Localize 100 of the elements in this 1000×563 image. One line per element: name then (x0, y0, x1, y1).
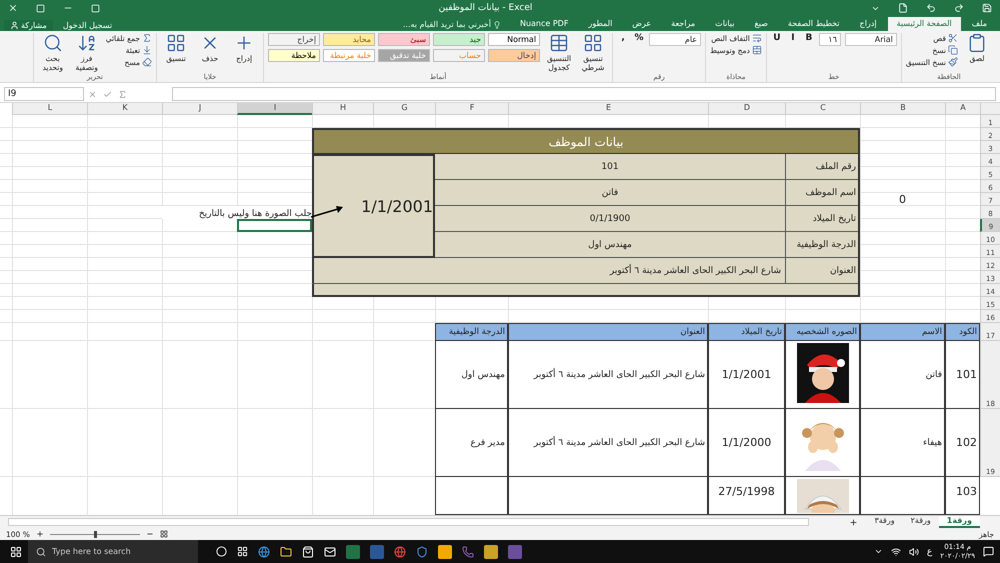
horizontal-scrollbar[interactable] (8, 518, 810, 526)
ribbon-tab[interactable]: إدراج (850, 17, 886, 31)
function-icon[interactable] (118, 90, 127, 98)
copy-icon (948, 45, 958, 55)
network-icon[interactable] (890, 546, 901, 556)
column-header[interactable]: K (87, 103, 162, 115)
redo-icon[interactable] (954, 3, 964, 13)
table-icon (549, 33, 570, 53)
sigma-icon (142, 33, 152, 43)
column-header[interactable]: L (12, 103, 87, 115)
ribbon-tab[interactable]: الصفحة الرئيسية (888, 17, 961, 31)
dropdown-field[interactable]: عام (649, 33, 702, 46)
cell-style[interactable]: سيئ (378, 33, 430, 46)
column-header[interactable]: F (435, 103, 508, 115)
phone-icon[interactable] (462, 546, 474, 558)
table-cell: فاتن (860, 341, 945, 409)
name-box[interactable]: I9 (4, 87, 84, 101)
column-header[interactable]: B (860, 103, 945, 115)
dropdown-field[interactable]: ١٦ (818, 33, 841, 46)
cell-style[interactable]: ملاحظة (268, 49, 320, 62)
store-icon[interactable] (302, 546, 314, 558)
sheet-tab[interactable]: ورقة1 (938, 516, 980, 528)
form-value: 101 (435, 154, 785, 180)
app-icon[interactable] (484, 544, 498, 558)
form-label: الدرجة الوظيفية (785, 232, 858, 258)
cancel-icon[interactable] (88, 90, 97, 98)
browser-icon[interactable] (258, 546, 270, 558)
undo-icon[interactable] (926, 3, 936, 13)
photo-box: 1/1/2001 (312, 154, 435, 258)
merge-icon (752, 45, 762, 55)
dropdown-field[interactable]: Arial (844, 33, 897, 46)
save-icon[interactable] (982, 3, 992, 13)
format-button[interactable]: U (770, 33, 783, 43)
restore-icon[interactable] (36, 4, 45, 12)
table-header: تاريخ الميلاد (708, 323, 785, 341)
document-app-icon[interactable] (370, 544, 384, 558)
column-header[interactable]: G (373, 103, 435, 115)
mail-icon[interactable] (324, 546, 336, 558)
form-label: تاريخ الميلاد (785, 206, 858, 232)
search-icon (42, 33, 63, 53)
zoom-in-icon[interactable] (36, 530, 44, 538)
column-header[interactable]: D (708, 103, 785, 115)
column-header[interactable]: I (237, 103, 312, 115)
ribbon-tab[interactable]: مراجعة (662, 17, 704, 31)
language-indicator[interactable]: ع (926, 546, 932, 556)
search-field[interactable]: Type here to search (28, 540, 198, 563)
cell-style[interactable]: محايد (323, 33, 376, 46)
notifications-icon[interactable] (983, 546, 994, 557)
share-button[interactable]: مشاركة (4, 20, 53, 31)
cell-style[interactable]: إدخال (488, 49, 540, 62)
spreadsheet-app-icon[interactable] (346, 544, 360, 558)
app-icon[interactable] (438, 544, 452, 558)
browser-icon[interactable] (394, 546, 406, 558)
ribbon-tab[interactable]: بيانات (706, 17, 744, 31)
form-label: اسم الموظف (785, 180, 858, 206)
ribbon-tab[interactable]: تخطيط الصفحة (778, 17, 849, 31)
column-header[interactable]: C (785, 103, 860, 115)
tell-me-field[interactable]: أخبرني بما تريد القيام به... (394, 18, 509, 31)
selected-cell[interactable] (237, 219, 312, 232)
ribbon-tab[interactable]: المطور (579, 17, 622, 31)
sign-in-link[interactable]: تسجيل الدخول (62, 21, 112, 30)
column-header[interactable]: E (508, 103, 708, 115)
table-header: العنوان (508, 323, 708, 341)
arrow-down-icon (142, 45, 152, 55)
ribbon-tab[interactable]: Nuance PDF (510, 17, 578, 31)
start-icon[interactable] (10, 546, 22, 558)
new-file-icon[interactable] (898, 3, 908, 13)
formula-field[interactable] (172, 87, 996, 101)
shield-icon[interactable] (416, 546, 428, 558)
format-button[interactable]: I (786, 33, 799, 43)
paste-icon (967, 33, 987, 53)
sort-icon (76, 33, 97, 53)
add-sheet-icon[interactable] (849, 518, 858, 526)
sheet-tab[interactable]: ورقة٢ (902, 516, 939, 528)
close-icon[interactable] (8, 3, 18, 13)
search-icon (36, 546, 46, 556)
cell-style[interactable]: Normal (488, 33, 540, 46)
arrow (310, 205, 344, 219)
task-view-icon[interactable] (237, 546, 248, 557)
format-button[interactable]: % (633, 33, 646, 43)
ribbon-tab[interactable]: ملف (962, 17, 996, 31)
sheet-tab[interactable]: ورقة٣ (866, 516, 903, 528)
cell-style[interactable]: جيد (433, 33, 486, 46)
zoom-slider-thumb[interactable] (94, 530, 97, 538)
cell-style[interactable]: إخراج (268, 33, 320, 46)
volume-icon[interactable] (908, 546, 919, 556)
note-text: جلب الصورة هنا وليس بالتاريخ (162, 206, 312, 219)
folder-icon[interactable] (280, 546, 292, 558)
ribbon-tab[interactable]: صيغ (745, 17, 777, 31)
column-header[interactable]: H (312, 103, 373, 115)
grid-icon (583, 33, 604, 53)
column-header[interactable]: J (162, 103, 237, 115)
format-button[interactable]: , (617, 33, 630, 43)
format-button[interactable]: B (802, 33, 815, 43)
tray-icon[interactable] (874, 547, 883, 556)
column-header[interactable]: A (945, 103, 980, 115)
window-title: بيانات الموظفين - Excel (438, 3, 532, 13)
ribbon-tab[interactable]: عرض (623, 17, 660, 31)
form-value: مهندس اول (435, 232, 785, 258)
page-view-icon[interactable] (160, 530, 168, 538)
